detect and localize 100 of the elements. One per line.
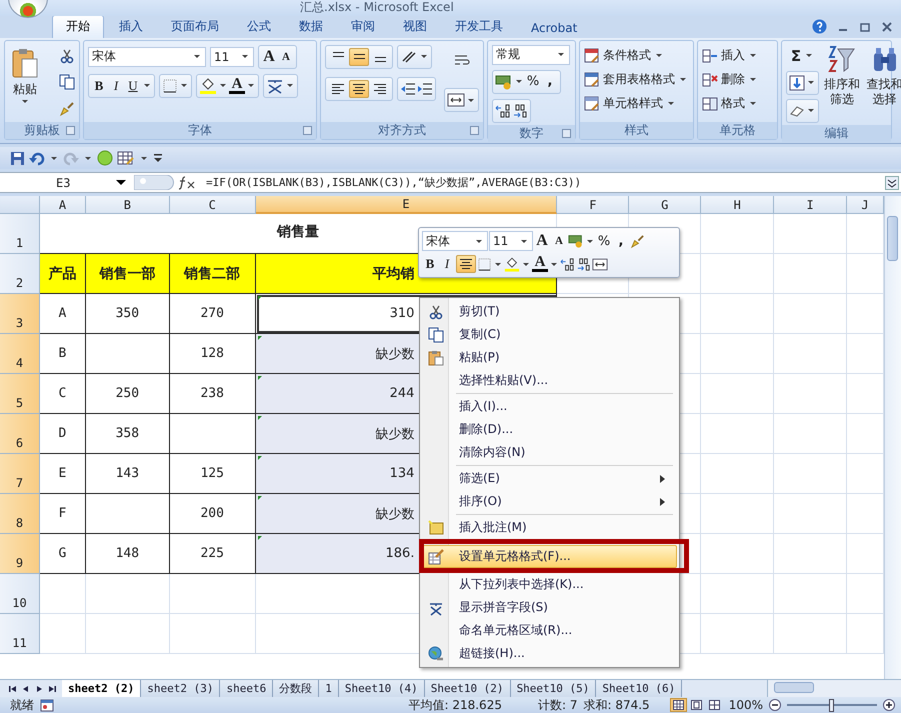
formula-field[interactable]: =IF(OR(ISBLANK(B3),ISBLANK(C3)),“缺少数据”,AVERAGE(B3:C3))	[200, 175, 885, 190]
sheet-tab[interactable]: Sheet10 (2)	[424, 680, 511, 697]
font-name-field[interactable]: 宋体	[88, 46, 206, 67]
ribbon-tab[interactable]: 插入	[106, 16, 156, 38]
font-color-button[interactable]: A	[532, 256, 548, 272]
table-cell[interactable]: 148	[86, 534, 170, 574]
font-size-field[interactable]: 11	[210, 46, 254, 67]
status-text: 就绪	[10, 696, 34, 713]
percent-button[interactable]: %	[596, 231, 612, 251]
menu-item[interactable]: 超链接(H)...	[422, 642, 677, 665]
sheet-tab[interactable]: Sheet10 (4)	[338, 680, 425, 697]
name-box[interactable]: E3	[0, 174, 134, 192]
cells-menu-button[interactable]: 删除	[702, 68, 773, 91]
ribbon-tab[interactable]: 审阅	[338, 16, 388, 38]
sheet-tab[interactable]: 1	[319, 680, 339, 697]
table-cell[interactable]: 143	[86, 454, 170, 494]
table-cell[interactable]: 270	[170, 294, 256, 334]
bold-button[interactable]: B	[91, 76, 107, 96]
table-cell[interactable]: 125	[170, 454, 256, 494]
column-header[interactable]: G	[629, 196, 702, 214]
comma-button[interactable]: ,	[613, 231, 629, 251]
table-cell[interactable]: B	[40, 334, 86, 374]
row-header[interactable]: 3	[0, 294, 40, 334]
style-menu-button[interactable]: 单元格样式	[584, 92, 689, 115]
row-header[interactable]: 1	[0, 214, 40, 254]
group-title: 剪贴板	[24, 122, 60, 139]
row-header[interactable]: 6	[0, 414, 40, 454]
font-name-field[interactable]: 宋体	[422, 231, 488, 251]
comma-button[interactable]: ,	[542, 72, 558, 92]
row-header[interactable]: 10	[0, 574, 40, 614]
ribbon-tab[interactable]: 数据	[286, 16, 336, 38]
sheet-tab[interactable]: sheet2 (2)	[62, 680, 142, 697]
menu-item[interactable]: 命名单元格区域(R)...	[422, 619, 677, 642]
sort-filter-button[interactable]: 排序和筛选	[823, 44, 862, 123]
table-cell[interactable]: G	[40, 534, 86, 574]
column-header[interactable]: C	[170, 196, 256, 214]
zoom-level[interactable]: 100%	[728, 698, 763, 712]
ribbon-tab[interactable]: 开始	[52, 14, 104, 38]
row-header[interactable]: 11	[0, 614, 40, 654]
ribbon-tab[interactable]: 页面布局	[158, 16, 232, 38]
group-title: 样式	[624, 122, 648, 139]
shrink-font-button[interactable]: A	[278, 46, 294, 67]
column-header[interactable]: F	[557, 196, 630, 214]
percent-button[interactable]: %	[525, 72, 541, 92]
row-header[interactable]: 4	[0, 334, 40, 374]
row-header[interactable]: 5	[0, 374, 40, 414]
row-header[interactable]: 8	[0, 494, 40, 534]
table-cell[interactable]: 350	[86, 294, 170, 334]
column-header[interactable]: J	[847, 196, 884, 214]
row-header[interactable]: 2	[0, 254, 40, 294]
find-select-button[interactable]: 查找和选择	[865, 44, 901, 123]
table-cell[interactable]: 200	[170, 494, 256, 534]
ribbon-tab[interactable]: Acrobat	[518, 18, 590, 38]
sheet-tab[interactable]: Sheet10 (5)	[510, 680, 596, 697]
ribbon-tab[interactable]: 开发工具	[442, 16, 516, 38]
table-cell[interactable]: 225	[170, 534, 256, 574]
table-cell[interactable]: E	[40, 454, 86, 494]
cells-menu-button[interactable]: 插入	[702, 44, 773, 67]
column-header[interactable]: H	[701, 196, 774, 214]
table-cell[interactable]: C	[40, 374, 86, 414]
underline-button[interactable]: U	[125, 76, 141, 96]
column-heading: 销售一部	[86, 254, 170, 294]
column-header[interactable]: E	[256, 196, 558, 214]
column-header[interactable]: I	[774, 196, 848, 214]
menu-item[interactable]: 显示拼音字段(S)	[422, 596, 677, 619]
number-format-field[interactable]: 常规	[492, 44, 570, 65]
italic-button[interactable]: I	[439, 254, 455, 274]
sheet-tab[interactable]: sheet2 (3)	[141, 680, 220, 697]
table-cell[interactable]: A	[40, 294, 86, 334]
table-cell[interactable]: 128	[170, 334, 256, 374]
table-cell[interactable]: F	[40, 494, 86, 534]
menu-item[interactable]: 设置单元格格式(F)...	[422, 545, 677, 568]
italic-button[interactable]: I	[108, 76, 124, 96]
table-cell[interactable]: 250	[86, 374, 170, 414]
column-header[interactable]: B	[86, 196, 170, 214]
bold-button[interactable]: B	[422, 254, 438, 274]
grow-font-button[interactable]: A	[261, 46, 277, 67]
table-cell[interactable]: 238	[170, 374, 256, 414]
ribbon-tab[interactable]: 视图	[390, 16, 440, 38]
sheet-tab[interactable]: 分数段	[273, 680, 320, 697]
paste-button[interactable]: 粘贴	[9, 44, 41, 120]
column-heading: 销售二部	[170, 254, 256, 294]
table-cell[interactable]: D	[40, 414, 86, 454]
menu-item[interactable]: 从下拉列表中选择(K)...	[422, 573, 677, 596]
cells-menu-button[interactable]: 格式	[702, 92, 773, 115]
sheet-tab[interactable]: sheet6	[220, 680, 274, 697]
font-color-button[interactable]: A	[229, 78, 245, 94]
font-size-field[interactable]: 11	[489, 231, 533, 251]
row-header[interactable]: 7	[0, 454, 40, 494]
style-menu-button[interactable]: 套用表格格式	[584, 68, 689, 91]
ribbon-tab[interactable]: 公式	[234, 16, 284, 38]
column-header[interactable]: A	[40, 196, 86, 214]
autosum-button[interactable]: Σ	[790, 44, 814, 67]
grow-font-button[interactable]: A	[534, 231, 550, 251]
sheet-tab[interactable]: Sheet10 (6)	[596, 680, 682, 697]
style-menu-button[interactable]: 条件格式	[584, 44, 689, 67]
average-readout: 平均值: 218.625	[408, 696, 502, 713]
table-cell[interactable]: 358	[86, 414, 170, 454]
row-header[interactable]: 9	[0, 534, 40, 574]
count-readout: 计数: 7	[538, 696, 578, 713]
